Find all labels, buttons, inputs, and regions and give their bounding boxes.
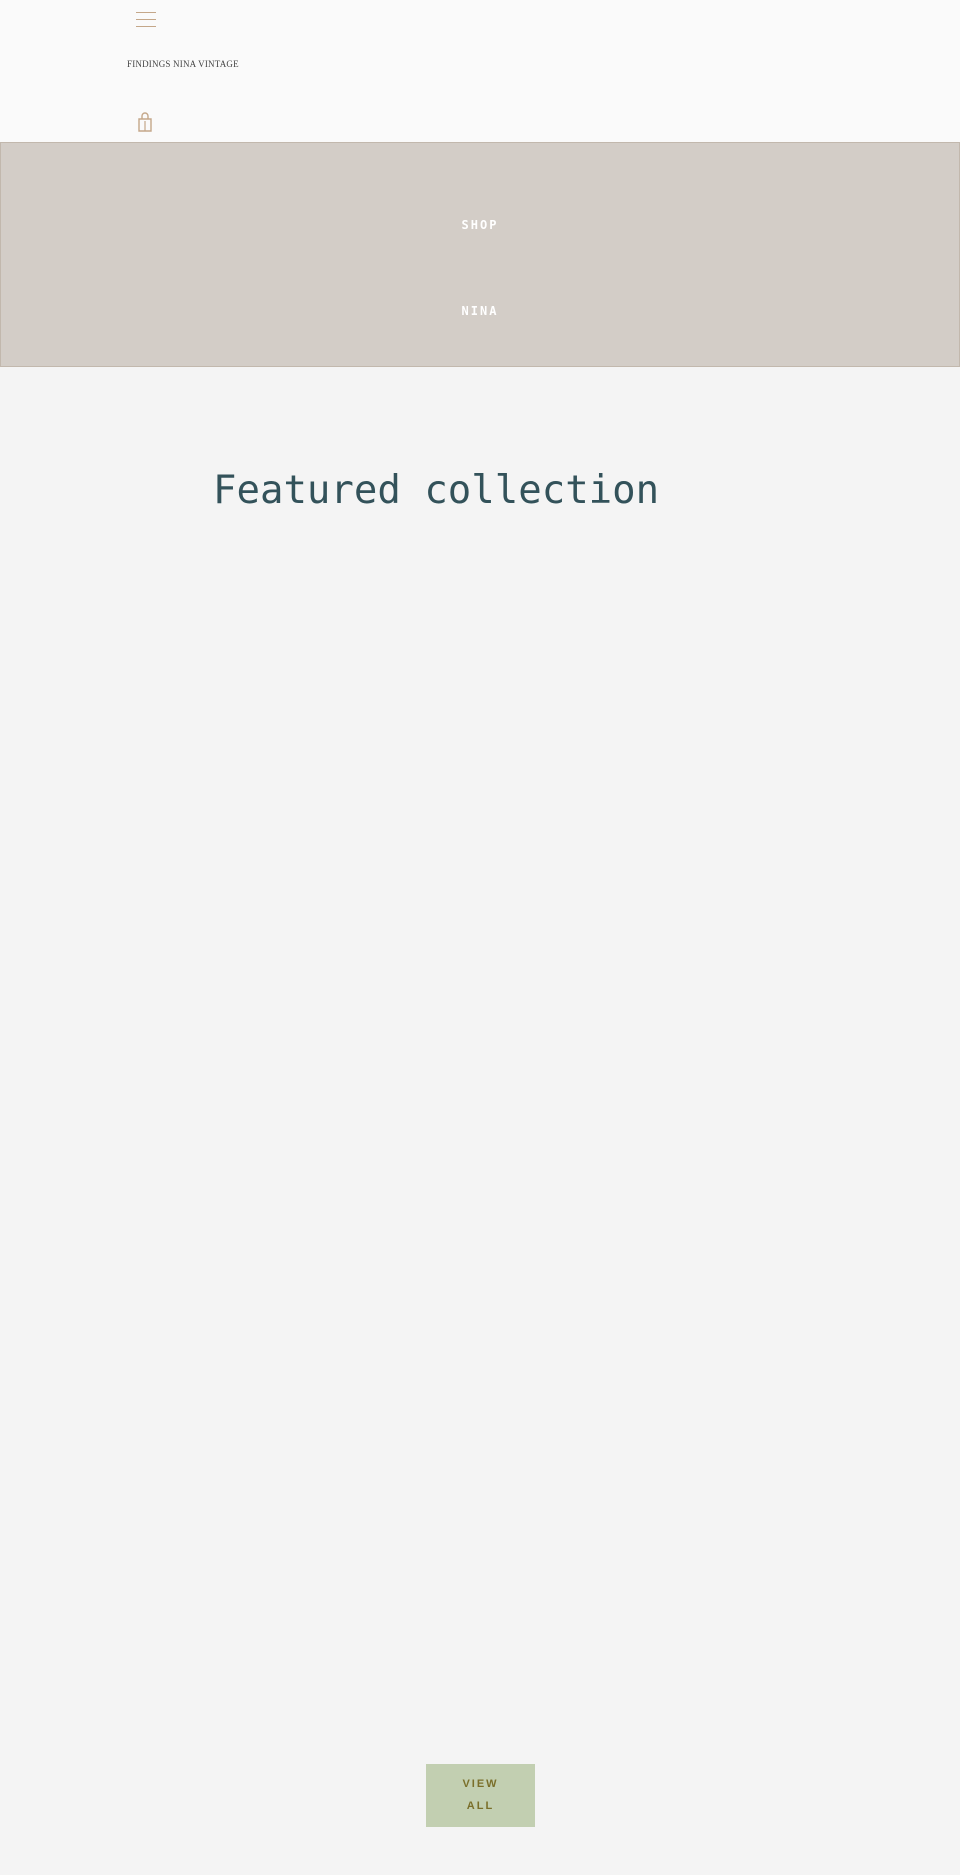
view-all-label-line2: ALL [466,1800,495,1812]
shopping-bag-glyph [138,112,152,132]
menu-line [136,26,156,27]
view-all-label-line1: VIEW [462,1778,499,1790]
view-all-button[interactable]: VIEW ALL [426,1764,535,1827]
site-logo[interactable]: FINDINGS NINA VINTAGE [127,59,239,69]
hero-text-nina: NINA [461,304,499,318]
menu-line [136,12,156,13]
hero-text-shop: SHOP [461,218,499,232]
shopping-bag-icon[interactable] [136,112,154,132]
site-header: FINDINGS NINA VINTAGE [0,0,960,142]
hero-banner[interactable]: SHOP NINA [0,142,960,367]
hamburger-menu-icon[interactable] [136,10,156,28]
menu-line [136,19,156,20]
featured-collection-title: Featured collection [213,468,660,513]
